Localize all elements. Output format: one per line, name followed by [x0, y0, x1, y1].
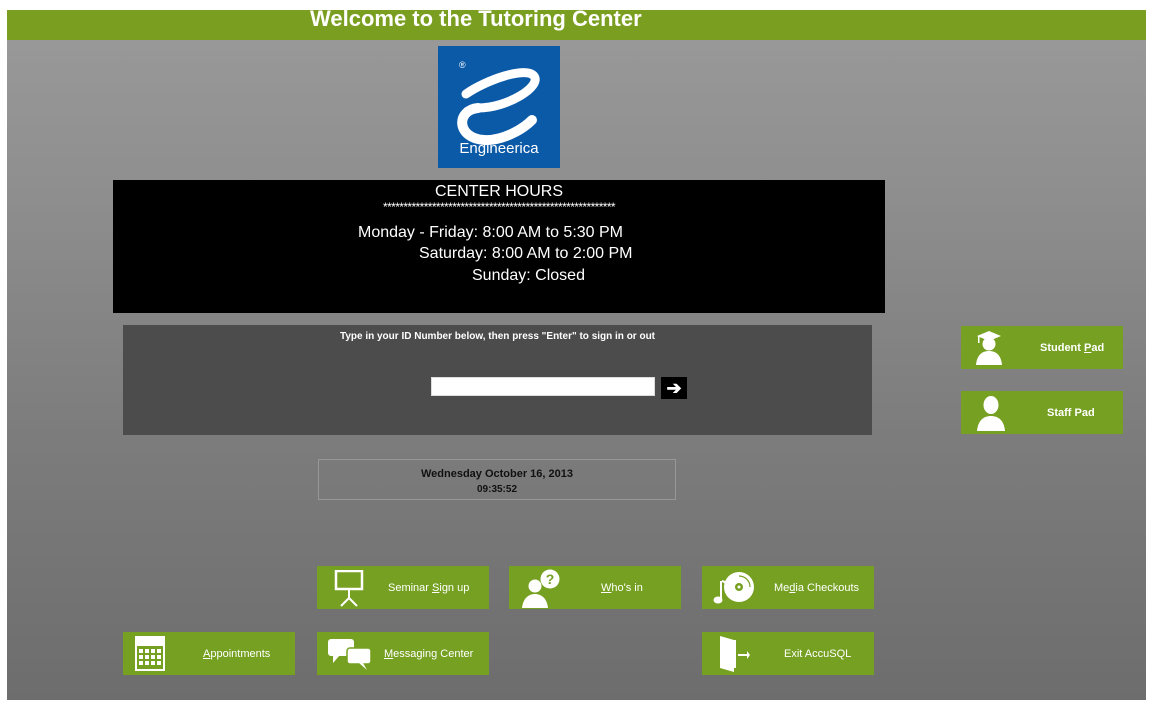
sign-in-panel: Type in your ID Number below, then press…: [123, 325, 872, 435]
chat-bubbles-icon: [328, 639, 372, 670]
media-checkouts-button[interactable]: Media Checkouts: [702, 566, 874, 609]
hours-weekday: Monday - Friday: 8:00 AM to 5:30 PM: [358, 224, 624, 241]
page-title: Welcome to the Tutoring Center: [310, 6, 642, 31]
whos-in-button[interactable]: ? Who's in: [509, 566, 681, 609]
appointments-button[interactable]: Appointments: [123, 632, 295, 675]
current-time: 09:35:52: [476, 484, 518, 495]
id-number-input[interactable]: [431, 377, 655, 396]
exit-door-icon: [720, 636, 750, 672]
person-question-icon: ?: [522, 569, 560, 608]
messaging-center-label: Messaging Center: [384, 648, 474, 660]
student-pad-label: Student Pad: [1040, 342, 1105, 354]
logo-brand-text: Engineerica: [459, 140, 539, 157]
title-bar: Welcome to the Tutoring Center: [7, 6, 1146, 40]
hours-sunday: Sunday: Closed: [472, 267, 585, 284]
sign-in-prompt: Type in your ID Number below, then press…: [339, 331, 656, 342]
calendar-icon: [135, 636, 165, 671]
staff-pad-button[interactable]: Staff Pad: [961, 391, 1123, 434]
date-time-display: Wednesday October 16, 2013 09:35:52: [318, 459, 676, 500]
seminar-sign-up-button[interactable]: Seminar Sign up: [317, 566, 489, 609]
arrow-right-icon: ➔: [666, 378, 682, 398]
music-disc-icon: [713, 572, 754, 604]
app-window: Welcome to the Tutoring Center ® Enginee…: [7, 6, 1146, 700]
seminar-sign-up-label: Seminar Sign up: [388, 582, 470, 594]
svg-text:?: ?: [546, 571, 555, 587]
enter-button[interactable]: ➔: [661, 377, 687, 399]
presentation-board-icon: [334, 570, 364, 607]
appointments-label: Appointments: [203, 648, 271, 660]
media-checkouts-label: Media Checkouts: [774, 582, 859, 594]
person-icon: [977, 396, 1005, 431]
staff-pad-label: Staff Pad: [1047, 407, 1095, 419]
engineerica-logo: ® Engineerica: [438, 46, 560, 168]
student-pad-button[interactable]: Student Pad: [961, 326, 1123, 369]
messaging-center-button[interactable]: Messaging Center: [317, 632, 489, 675]
exit-accusql-button[interactable]: Exit AccuSQL: [702, 632, 874, 675]
hours-separator: ****************************************…: [383, 200, 616, 214]
hours-heading: CENTER HOURS: [434, 183, 563, 200]
current-date: Wednesday October 16, 2013: [420, 468, 574, 480]
exit-accusql-label: Exit AccuSQL: [784, 648, 852, 660]
graduate-icon: [976, 331, 1002, 365]
center-hours-panel: CENTER HOURS ***************************…: [113, 180, 885, 313]
hours-saturday: Saturday: 8:00 AM to 2:00 PM: [419, 245, 633, 262]
whos-in-label: Who's in: [601, 582, 643, 594]
